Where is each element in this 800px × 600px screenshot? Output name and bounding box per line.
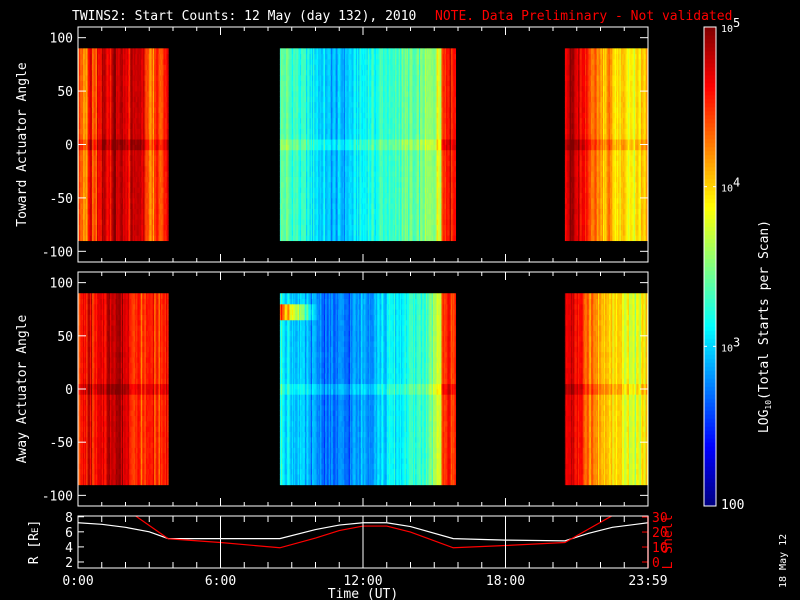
twins-start-counts-figure: TWINS2: Start Counts: 12 May (day 132), … xyxy=(0,0,800,600)
preliminary-note: NOTE. Data Preliminary - Not validated xyxy=(435,9,732,24)
chart-title: TWINS2: Start Counts: 12 May (day 132), … xyxy=(72,9,416,24)
